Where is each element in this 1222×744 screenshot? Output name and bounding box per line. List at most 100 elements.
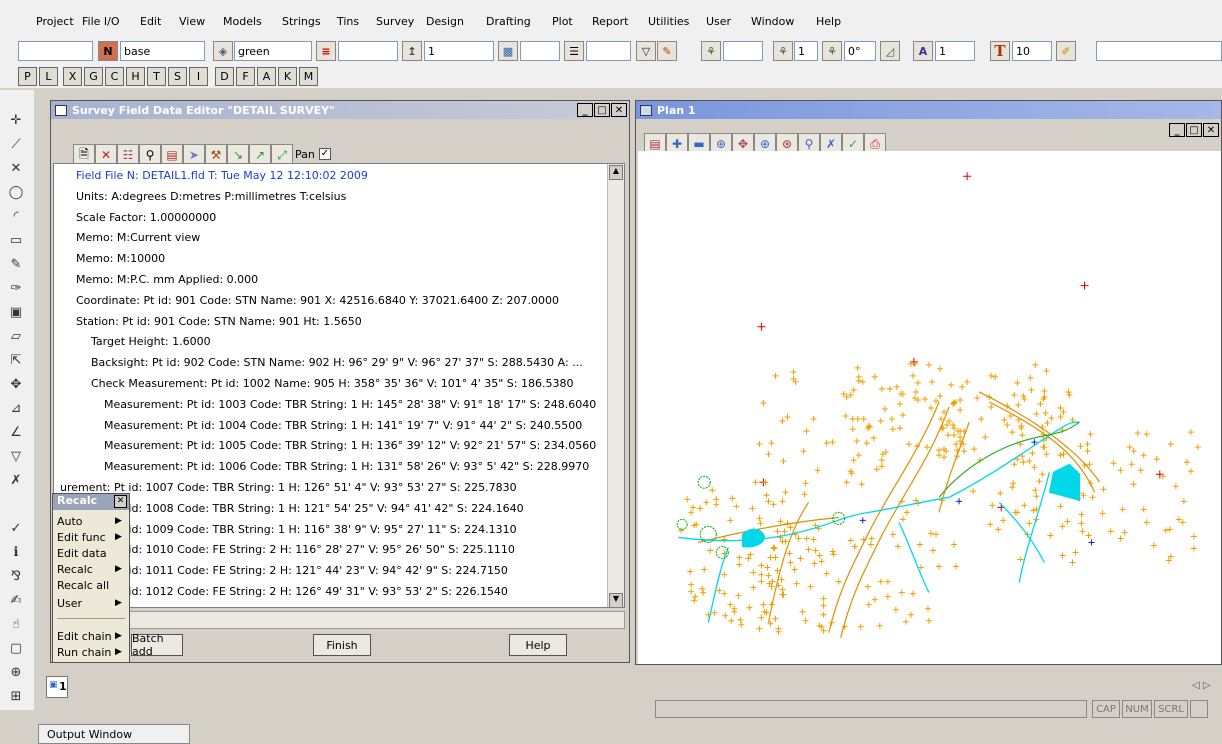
recalc-item-auto[interactable]: Auto <box>57 515 83 528</box>
filter-button-g[interactable]: G <box>84 67 103 86</box>
field-data-line[interactable]: Measurement: Pt id: 1004 Code: TBR Strin… <box>104 419 582 432</box>
help-button[interactable]: Help <box>509 634 567 656</box>
plan-maximize-button[interactable]: □ <box>1186 123 1202 137</box>
field-data-list[interactable]: Field File N: DETAIL1.fld T: Tue May 12 … <box>53 163 625 608</box>
angle-input[interactable]: 0° <box>844 41 876 61</box>
menu-tins[interactable]: Tins <box>337 15 359 28</box>
arc-icon[interactable]: ◜ <box>6 206 26 226</box>
field-data-line[interactable]: Memo: M:P.C. mm Applied: 0.000 <box>76 273 258 286</box>
recalc-item-edit-data[interactable]: Edit data <box>57 547 107 560</box>
info-tool-icon[interactable]: ℹ <box>6 542 26 562</box>
rotation-icon[interactable]: ⚘ <box>822 41 842 61</box>
filter-button-h[interactable]: H <box>126 67 145 86</box>
cross-icon[interactable]: ✕ <box>6 158 26 178</box>
pencil-icon[interactable]: ✎ <box>657 41 677 61</box>
batch-add-button[interactable]: Batch add <box>131 632 183 658</box>
menu-models[interactable]: Models <box>223 15 262 28</box>
recalc-item-recalc-all[interactable]: Recalc all <box>57 579 109 592</box>
field-data-line[interactable]: Coordinate: Pt id: 901 Code: STN Name: 9… <box>76 294 559 307</box>
menu-edit[interactable]: Edit <box>140 15 161 28</box>
recalc-item-run-chain[interactable]: Run chain <box>57 646 111 659</box>
field-data-line[interactable]: Memo: M:Current view <box>76 231 200 244</box>
filter-button-s[interactable]: S <box>168 67 187 86</box>
filter-button-p[interactable]: P <box>18 67 37 86</box>
extra-input[interactable] <box>1096 41 1222 61</box>
finish-button[interactable]: Finish <box>313 634 371 656</box>
pan-checkbox[interactable]: ✓ <box>319 148 331 160</box>
angle-tool-icon[interactable]: ∠ <box>6 422 26 442</box>
query-tool-icon[interactable]: ⅋ <box>6 566 26 586</box>
menu-view[interactable]: View <box>179 15 205 28</box>
symbol-input[interactable] <box>723 41 763 61</box>
filter-button-i[interactable]: I <box>189 67 208 86</box>
menu-window[interactable]: Window <box>751 15 794 28</box>
edit-tool-icon[interactable]: ✑ <box>6 278 26 298</box>
weight-input[interactable]: 1 <box>424 41 494 61</box>
menu-project[interactable]: Project <box>36 15 74 28</box>
symbol-icon[interactable]: ⚘ <box>701 41 721 61</box>
model-icon[interactable]: N <box>98 41 118 61</box>
tab-scroll-arrows[interactable]: ◁ ▷ <box>1192 680 1211 691</box>
line-style-icon[interactable]: ≡ <box>316 41 336 61</box>
recalc-item-edit-chain[interactable]: Edit chain <box>57 630 112 643</box>
menu-plot[interactable]: Plot <box>552 15 573 28</box>
window-tool-icon[interactable]: ▣ <box>6 302 26 322</box>
shape-icon[interactable]: ▽ <box>6 446 26 466</box>
dropdown-icon[interactable]: ▽ <box>636 41 656 61</box>
justify-icon[interactable]: ◿ <box>880 41 900 61</box>
circle-icon[interactable]: ◯ <box>6 182 26 202</box>
recalc-item-edit-func[interactable]: Edit func <box>57 531 106 544</box>
field-data-line[interactable]: Units: A:degrees D:metres P:millimetres … <box>76 190 346 203</box>
field-data-line[interactable]: Target Height: 1.6000 <box>91 335 211 348</box>
filter-button-m[interactable]: M <box>299 67 318 86</box>
plan-canvas[interactable] <box>638 151 1221 664</box>
field-data-line[interactable]: Field File N: DETAIL1.fld T: Tue May 12 … <box>76 169 368 182</box>
field-data-line[interactable]: Memo: M:10000 <box>76 252 165 265</box>
filter-button-t[interactable]: T <box>147 67 166 86</box>
plan-titlebar[interactable]: Plan 1 <box>636 101 1221 119</box>
recalc-close-icon[interactable]: ✕ <box>114 495 127 508</box>
editor-titlebar[interactable]: Survey Field Data Editor "DETAIL SURVEY"… <box>51 101 629 119</box>
menu-help[interactable]: Help <box>816 15 841 28</box>
field-data-line[interactable]: Measurement: Pt id: 1005 Code: TBR Strin… <box>104 439 596 452</box>
filter-button-f[interactable]: F <box>236 67 255 86</box>
menu-fileio[interactable]: File I/O <box>82 15 120 28</box>
pan-tool-icon[interactable]: ✥ <box>6 374 26 394</box>
output-window-tab[interactable]: Output Window <box>38 724 190 744</box>
recalc-item-user[interactable]: User <box>57 597 82 610</box>
plan-minimize-button[interactable]: _ <box>1169 123 1185 137</box>
text-height-input[interactable]: 10 <box>1012 41 1052 61</box>
line-style-input[interactable] <box>338 41 398 61</box>
field-data-line[interactable]: Measurement: Pt id: 1003 Code: TBR Strin… <box>104 398 596 411</box>
colour-icon[interactable]: ◈ <box>213 41 233 61</box>
filter-button-c[interactable]: C <box>105 67 124 86</box>
symbol-size-icon[interactable]: ⚘ <box>773 41 793 61</box>
font-input[interactable]: 1 <box>935 41 975 61</box>
plot-tool-icon[interactable]: ⊞ <box>6 686 26 706</box>
text-size-input[interactable]: 1 <box>794 41 818 61</box>
filter-button-a[interactable]: A <box>257 67 276 86</box>
hand-icon[interactable]: ☝ <box>6 614 26 634</box>
weight-icon[interactable]: ↥ <box>402 41 422 61</box>
filter-button-k[interactable]: K <box>278 67 297 86</box>
minimize-button[interactable]: _ <box>577 103 593 117</box>
delete-tool-icon[interactable]: ✗ <box>6 470 26 490</box>
check-tool-icon[interactable]: ✓ <box>6 518 26 538</box>
move-icon[interactable]: ⇱ <box>6 350 26 370</box>
edit-string-icon[interactable]: ✍ <box>6 590 26 610</box>
linetype-icon[interactable]: ☰ <box>564 41 584 61</box>
font-icon[interactable]: A <box>913 41 933 61</box>
filter-button-d[interactable]: D <box>215 67 234 86</box>
zoom-tool-icon[interactable]: ⊕ <box>6 662 26 682</box>
plan-close-button[interactable]: ✕ <box>1203 123 1219 137</box>
scroll-up-icon[interactable]: ▲ <box>609 165 623 180</box>
menu-utilities[interactable]: Utilities <box>648 15 689 28</box>
menu-report[interactable]: Report <box>592 15 628 28</box>
filter-button-l[interactable]: L <box>39 67 58 86</box>
filter-button-x[interactable]: X <box>63 67 82 86</box>
point-icon[interactable]: ✛ <box>6 110 26 130</box>
menu-survey[interactable]: Survey <box>376 15 414 28</box>
field-data-line[interactable]: Backsight: Pt id: 902 Code: STN Name: 90… <box>91 356 583 369</box>
colour-input[interactable]: green <box>234 41 312 61</box>
scroll-down-icon[interactable]: ▼ <box>609 593 623 607</box>
